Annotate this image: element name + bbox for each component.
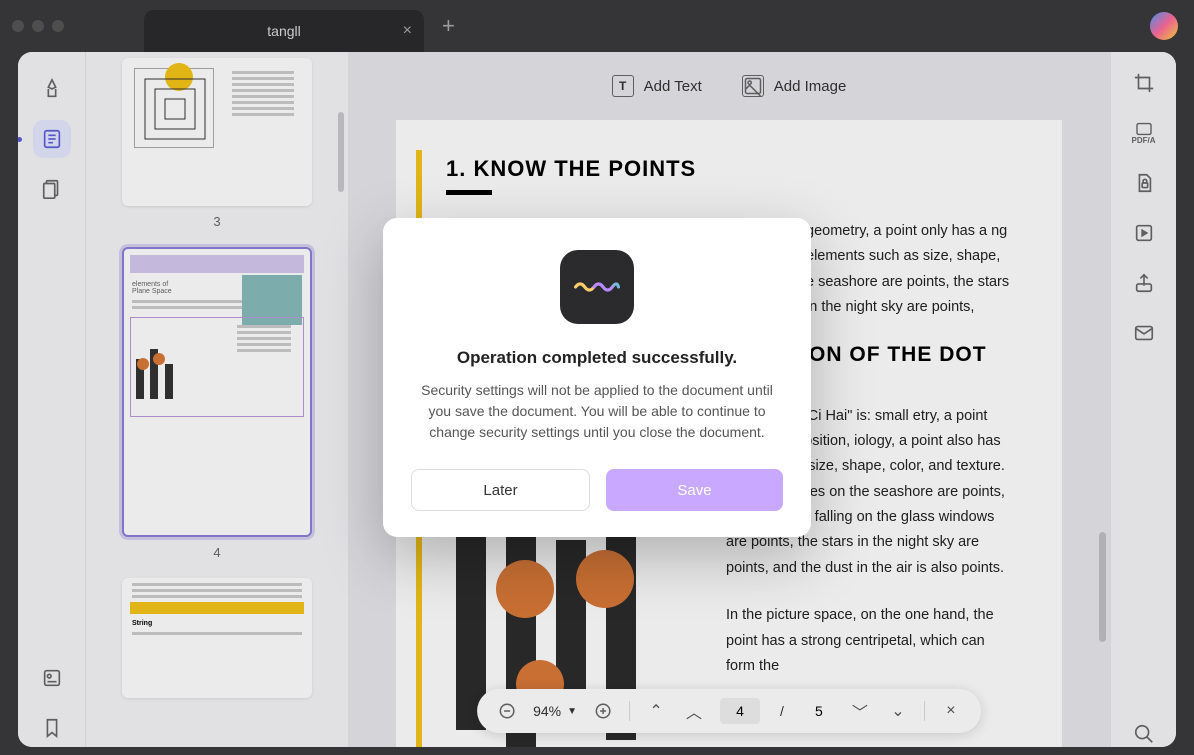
dialog-title: Operation completed successfully. [411, 348, 783, 368]
app-icon [560, 250, 634, 324]
save-button[interactable]: Save [606, 469, 783, 511]
modal-overlay: Operation completed successfully. Securi… [0, 0, 1194, 755]
dialog-message: Security settings will not be applied to… [411, 380, 783, 443]
later-button[interactable]: Later [411, 469, 590, 511]
security-settings-dialog: Operation completed successfully. Securi… [383, 218, 811, 537]
